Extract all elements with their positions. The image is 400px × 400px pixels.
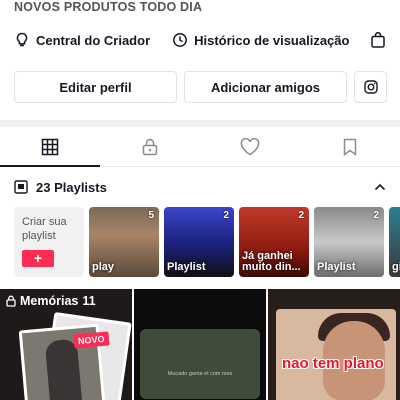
creator-center-link[interactable]: Central do Criador	[14, 32, 150, 48]
playlists-header[interactable]: 23 Playlists	[14, 178, 386, 196]
playlist-name: Playlist	[167, 261, 206, 274]
clock-icon	[173, 33, 188, 47]
profile-links-row: Central do Criador Histórico de visualiz…	[14, 30, 400, 50]
playlists-row: Criar sua playlist + 5 play 2 Playlist 2…	[14, 207, 400, 277]
playlist-name: Já ganhei muito din...	[242, 249, 301, 274]
tab-private[interactable]	[100, 127, 200, 166]
lock-icon	[142, 138, 158, 155]
video-overlay-text: nao tem plano	[282, 355, 384, 372]
playlist-card[interactable]: 2 Playlist	[164, 207, 234, 277]
playlist-count: 5	[148, 210, 154, 221]
video-grid: NOVO Memórias 11 Mucado gama el com mes …	[0, 289, 400, 400]
playlist-count: 2	[223, 210, 229, 221]
playlist-card[interactable]: 5 play	[89, 207, 159, 277]
grid-icon	[41, 138, 59, 155]
profile-tabs	[0, 127, 400, 167]
playlist-name: gi c	[392, 261, 400, 274]
memories-count: 11	[82, 294, 96, 308]
view-history-label: Histórico de visualização	[194, 32, 350, 48]
lightbulb-icon	[16, 32, 28, 47]
add-friends-button[interactable]: Adicionar amigos	[184, 71, 347, 103]
heart-icon	[240, 137, 260, 155]
profile-actions: Editar perfil Adicionar amigos	[14, 71, 387, 103]
memories-label: Memórias	[20, 294, 79, 308]
create-playlist-card[interactable]: Criar sua playlist +	[14, 207, 84, 277]
tab-videos[interactable]	[0, 127, 100, 167]
playlist-count: 2	[373, 210, 379, 221]
instagram-icon	[363, 80, 378, 94]
tab-saved[interactable]	[300, 127, 400, 166]
playlist-icon	[14, 180, 28, 194]
section-divider	[0, 120, 400, 127]
edit-profile-button[interactable]: Editar perfil	[14, 71, 177, 103]
chevron-up-icon[interactable]	[374, 183, 386, 191]
playlist-card[interactable]: 2 Já ganhei muito din...	[239, 207, 309, 277]
memories-title: Memórias 11	[6, 294, 96, 308]
playlist-card[interactable]: gi c	[389, 207, 400, 277]
creator-center-label: Central do Criador	[36, 32, 151, 48]
playlist-card[interactable]: 2 Playlist	[314, 207, 384, 277]
video-caption: Mucado gama el com mes	[167, 371, 233, 377]
instagram-button[interactable]	[354, 71, 387, 103]
video-tile[interactable]: nao tem plano	[268, 289, 400, 400]
shopping-bag-icon	[371, 32, 386, 48]
view-history-link[interactable]: Histórico de visualização	[172, 32, 349, 48]
playlist-name: play	[92, 261, 115, 274]
create-playlist-button[interactable]: +	[22, 249, 54, 267]
playlist-name: Playlist	[317, 261, 356, 274]
lock-icon	[6, 295, 16, 307]
shop-link[interactable]	[371, 32, 386, 48]
tab-liked[interactable]	[200, 127, 300, 166]
new-badge: NOVO	[73, 331, 110, 349]
playlists-count-label: 23 Playlists	[36, 179, 107, 195]
bookmark-icon	[343, 138, 357, 156]
video-tile[interactable]: Mucado gama el com mes	[134, 289, 266, 400]
playlist-count: 2	[298, 210, 304, 221]
bio-line: NOVOS PRODUTOS TODO DIA	[14, 0, 203, 14]
video-thumbnail	[140, 329, 260, 399]
memories-tile[interactable]: NOVO Memórias 11	[0, 289, 132, 400]
create-playlist-label: Criar sua playlist	[22, 216, 67, 242]
